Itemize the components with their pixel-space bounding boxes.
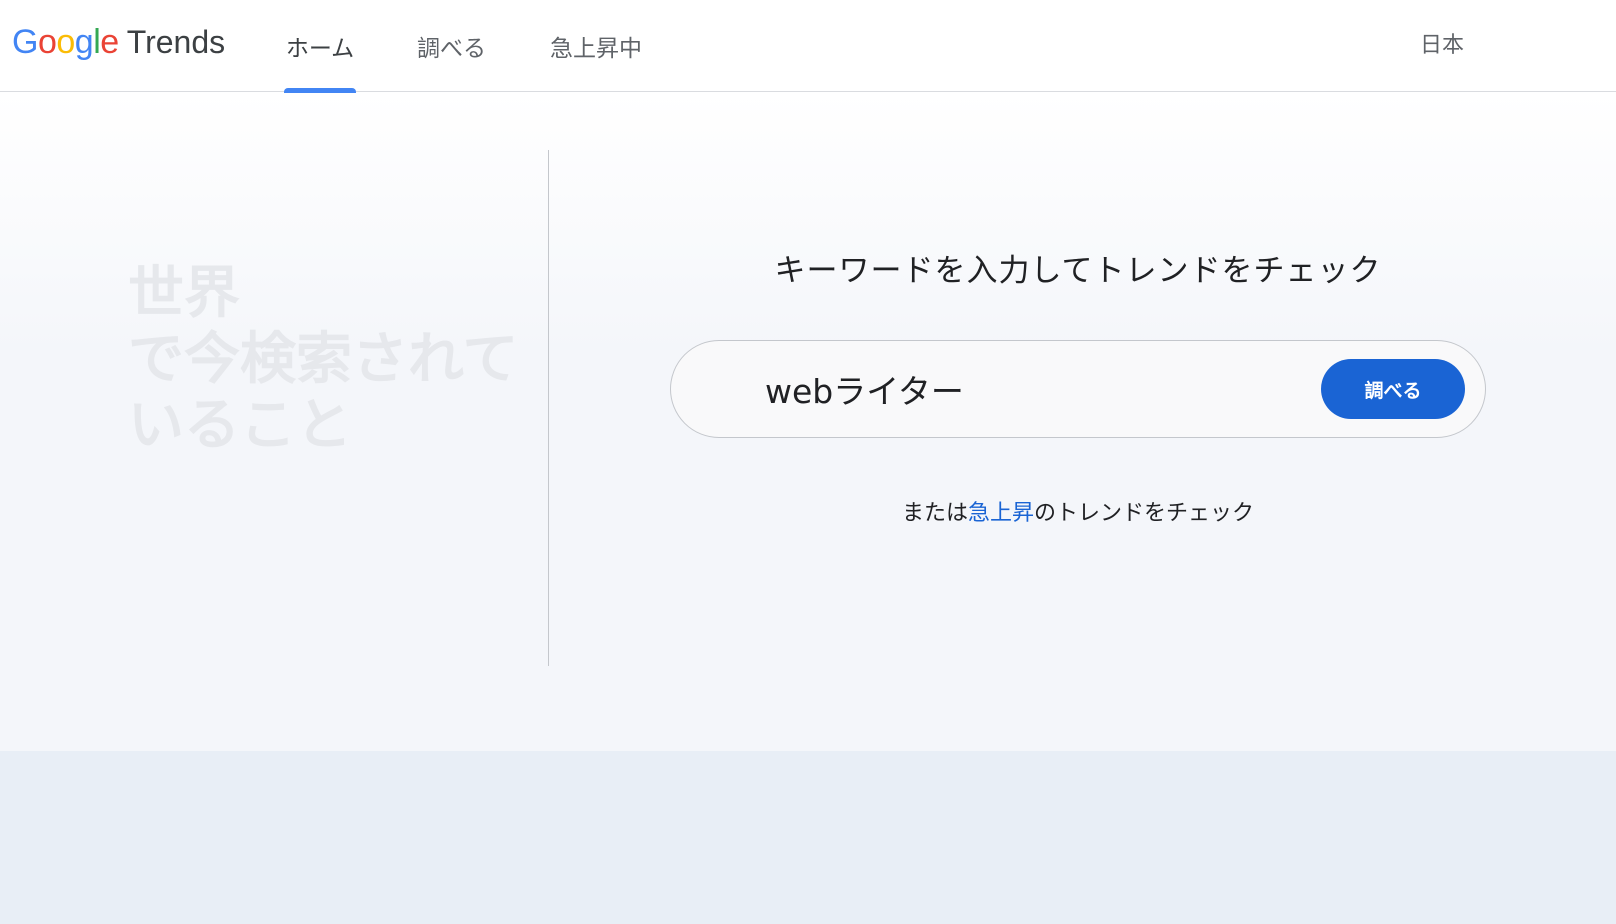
logo-letter-o2: o <box>56 22 75 61</box>
trending-hint: または急上昇のトレンドをチェック <box>670 495 1486 527</box>
google-wordmark: Google <box>12 23 119 62</box>
hero-section: 世界 で今検索されて いること キーワードを入力してトレンドをチェック 調べる … <box>0 93 1616 751</box>
hero-title-line-2: で今検索されて <box>128 327 519 392</box>
logo-letter-e: e <box>100 22 119 61</box>
tab-home[interactable]: ホーム <box>284 0 356 93</box>
top-app-bar: Google Trends ホーム 調べる 急上昇中 日本 <box>0 0 1616 93</box>
explore-button[interactable]: 調べる <box>1321 359 1465 419</box>
region-selector[interactable]: 日本 <box>1420 0 1464 86</box>
logo-letter-g2: g <box>74 22 94 61</box>
trending-hint-suffix: のトレンドをチェック <box>1034 501 1255 526</box>
logo-letter-g: G <box>12 22 38 61</box>
vertical-divider <box>548 150 549 666</box>
tab-explore-label: 調べる <box>417 36 486 62</box>
trending-link[interactable]: 急上昇 <box>968 501 1034 526</box>
google-trends-logo[interactable]: Google Trends <box>12 20 225 64</box>
search-input[interactable] <box>763 361 1303 417</box>
trends-wordmark: Trends <box>126 23 226 60</box>
hero-title: 世界 で今検索されて いること <box>128 261 528 459</box>
search-prompt: キーワードを入力してトレンドをチェック <box>774 253 1382 289</box>
tab-trending-label: 急上昇中 <box>550 36 642 62</box>
tab-trending-now[interactable]: 急上昇中 <box>550 0 642 92</box>
lower-section <box>0 751 1616 924</box>
search-box: 調べる <box>670 340 1486 438</box>
tab-explore[interactable]: 調べる <box>417 0 486 92</box>
tab-home-label: ホーム <box>285 36 355 62</box>
trending-hint-prefix: または <box>901 501 968 526</box>
region-label: 日本 <box>1419 33 1464 58</box>
logo-letter-o1: o <box>37 22 57 61</box>
hero-title-line-1: 世界 <box>128 261 240 326</box>
hero-title-line-3: いること <box>128 393 352 458</box>
